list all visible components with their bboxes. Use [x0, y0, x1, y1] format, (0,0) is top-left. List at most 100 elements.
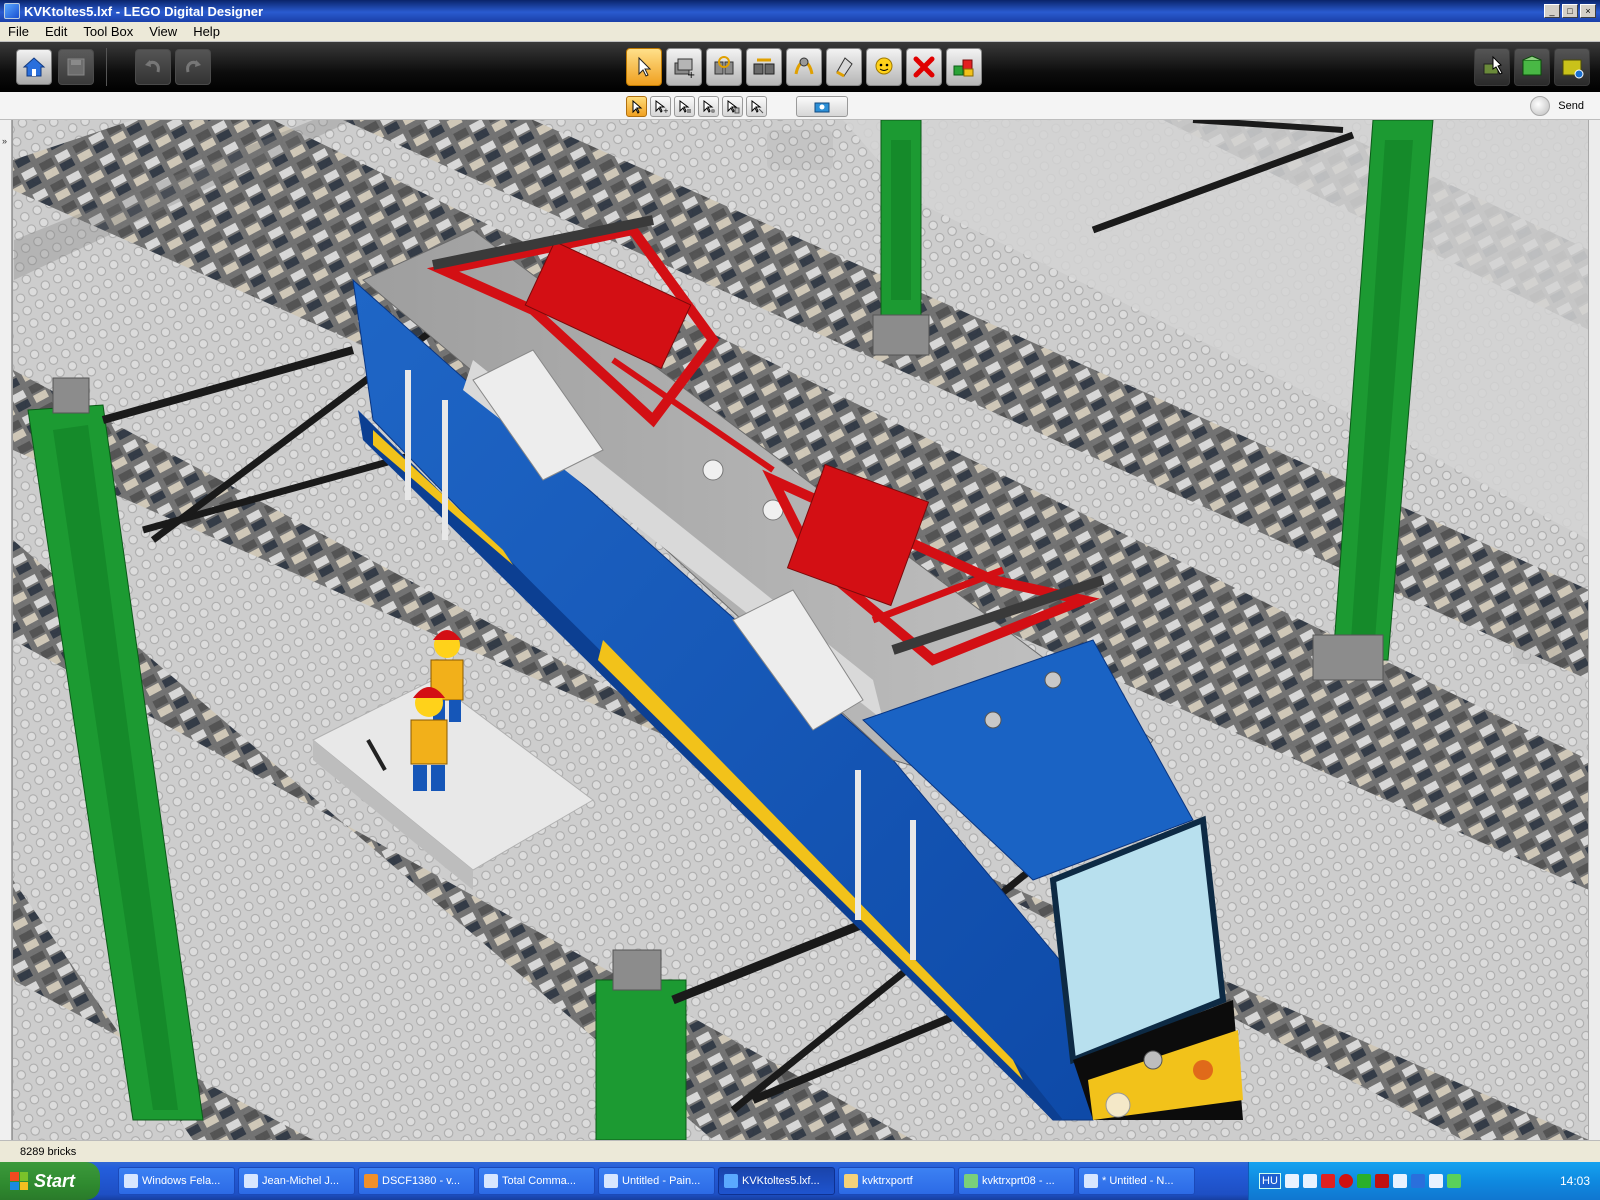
clone-brick-icon: + — [674, 58, 695, 80]
clock[interactable]: 14:03 — [1560, 1174, 1590, 1188]
camera-icon — [814, 102, 830, 112]
folder-icon — [844, 1174, 858, 1188]
select-tool-button[interactable] — [626, 48, 662, 86]
help-icon[interactable] — [1284, 1174, 1299, 1188]
camera-overlay[interactable] — [767, 130, 833, 170]
task-paint[interactable]: Untitled - Pain... — [598, 1167, 715, 1195]
image-viewer-icon — [964, 1174, 978, 1188]
task-lego-designer[interactable]: KVKtoltes5.lxf... — [718, 1167, 835, 1195]
same-color-select-button[interactable] — [698, 96, 719, 117]
bluetooth-icon[interactable] — [1410, 1174, 1425, 1188]
delete-x-icon — [913, 56, 935, 78]
undo-button[interactable] — [135, 49, 171, 85]
expand-arrow-icon[interactable]: » — [2, 136, 7, 146]
svg-text:+: + — [663, 107, 668, 114]
brick-count: 8289 bricks — [20, 1145, 77, 1158]
restore-button[interactable]: □ — [1562, 4, 1578, 18]
send-icon[interactable] — [1530, 96, 1551, 116]
save-icon — [67, 58, 85, 76]
task-jean-michel[interactable]: Jean-Michel J... — [238, 1167, 355, 1195]
window-title: KVKtoltes5.lxf - LEGO Digital Designer — [24, 3, 264, 19]
firefox-icon — [364, 1174, 378, 1188]
task-notepad[interactable]: * Untitled - N... — [1078, 1167, 1195, 1195]
group-tool-button[interactable] — [946, 48, 982, 86]
floppy-icon — [484, 1174, 498, 1188]
svg-text:+: + — [687, 70, 695, 80]
flash-icon[interactable] — [1374, 1174, 1389, 1188]
single-select-button[interactable] — [626, 96, 647, 117]
home-button[interactable] — [16, 49, 52, 85]
paint-bucket-icon — [836, 57, 853, 78]
undo-icon — [145, 60, 160, 73]
task-total-commander[interactable]: Total Comma... — [478, 1167, 595, 1195]
connected-select-button[interactable] — [674, 96, 695, 117]
close-button[interactable]: × — [1580, 4, 1596, 18]
connected-select-icon — [679, 99, 691, 113]
tray-icon[interactable] — [1302, 1174, 1317, 1188]
task-windows-fela[interactable]: Windows Fela... — [118, 1167, 235, 1195]
start-button[interactable]: Start — [0, 1162, 100, 1200]
build-mode-button[interactable] — [1474, 48, 1510, 86]
mode-group — [1474, 48, 1590, 86]
hinge-icon — [714, 56, 734, 75]
building-guide-mode-button[interactable] — [1554, 48, 1590, 86]
paint-tool-button[interactable] — [826, 48, 862, 86]
flex-icon — [794, 57, 814, 75]
menu-view[interactable]: View — [141, 24, 185, 39]
title-bar: KVKtoltes5.lxf - LEGO Digital Designer _… — [0, 0, 1600, 22]
window-icon — [124, 1174, 138, 1188]
hinge-tool-button[interactable] — [706, 48, 742, 86]
language-indicator[interactable]: HU — [1259, 1173, 1281, 1189]
menu-file[interactable]: File — [0, 24, 37, 39]
single-select-icon — [632, 99, 642, 114]
clone-tool-button[interactable]: + — [666, 48, 702, 86]
right-panel-collapsed[interactable] — [1588, 120, 1600, 1140]
flex-tool-button[interactable] — [786, 48, 822, 86]
hide-tool-button[interactable] — [866, 48, 902, 86]
task-kvktrxportf[interactable]: kvktrxportf — [838, 1167, 955, 1195]
menu-help[interactable]: Help — [185, 24, 228, 39]
minimize-button[interactable]: _ — [1544, 4, 1560, 18]
same-shape-select-icon — [727, 99, 739, 113]
app-icon — [4, 3, 20, 19]
tool-group: + — [626, 48, 982, 86]
invert-select-button[interactable] — [746, 96, 767, 117]
building-guide-icon — [1562, 59, 1584, 79]
zoom-overlay[interactable] — [1513, 600, 1561, 664]
safely-remove-icon[interactable] — [1446, 1174, 1461, 1188]
multi-select-button[interactable]: + — [650, 96, 671, 117]
windows-flag-icon — [10, 1172, 28, 1190]
delete-tool-button[interactable] — [906, 48, 942, 86]
redo-button[interactable] — [175, 49, 211, 85]
menu-edit[interactable]: Edit — [37, 24, 75, 39]
camera-control-button[interactable] — [796, 96, 848, 117]
menu-toolbox[interactable]: Tool Box — [75, 24, 141, 39]
hinge-align-tool-button[interactable] — [746, 48, 782, 86]
catenary-mast-back[interactable] — [872, 120, 930, 356]
opera-icon[interactable] — [1338, 1174, 1353, 1188]
cursor-icon — [638, 56, 652, 77]
scene-render[interactable] — [13, 120, 1588, 1140]
invert-select-icon — [751, 99, 763, 113]
task-dscf1380[interactable]: DSCF1380 - v... — [358, 1167, 475, 1195]
left-panel-collapsed[interactable]: » — [0, 120, 12, 1140]
volume-icon[interactable] — [1392, 1174, 1407, 1188]
3d-viewport[interactable] — [12, 120, 1588, 1140]
start-label: Start — [34, 1170, 76, 1191]
network-icon[interactable] — [1356, 1174, 1371, 1188]
same-shape-select-button[interactable] — [722, 96, 743, 117]
save-button[interactable] — [58, 49, 94, 85]
send-label[interactable]: Send — [1558, 100, 1584, 112]
redo-icon — [186, 60, 201, 73]
view-mode-button[interactable] — [1514, 48, 1550, 86]
antivirus-icon[interactable] — [1320, 1174, 1335, 1188]
same-color-select-icon — [703, 99, 715, 113]
task-kvktrxprt08[interactable]: kvktrxprt08 - ... — [958, 1167, 1075, 1195]
view-mode-icon — [1522, 55, 1542, 76]
display-icon[interactable] — [1428, 1174, 1443, 1188]
lego-designer-icon — [724, 1174, 738, 1188]
hinge-align-icon — [753, 58, 775, 75]
toolbar-divider — [106, 48, 107, 86]
menu-bar: File Edit Tool Box View Help — [0, 22, 1600, 42]
paint-icon — [604, 1174, 618, 1188]
